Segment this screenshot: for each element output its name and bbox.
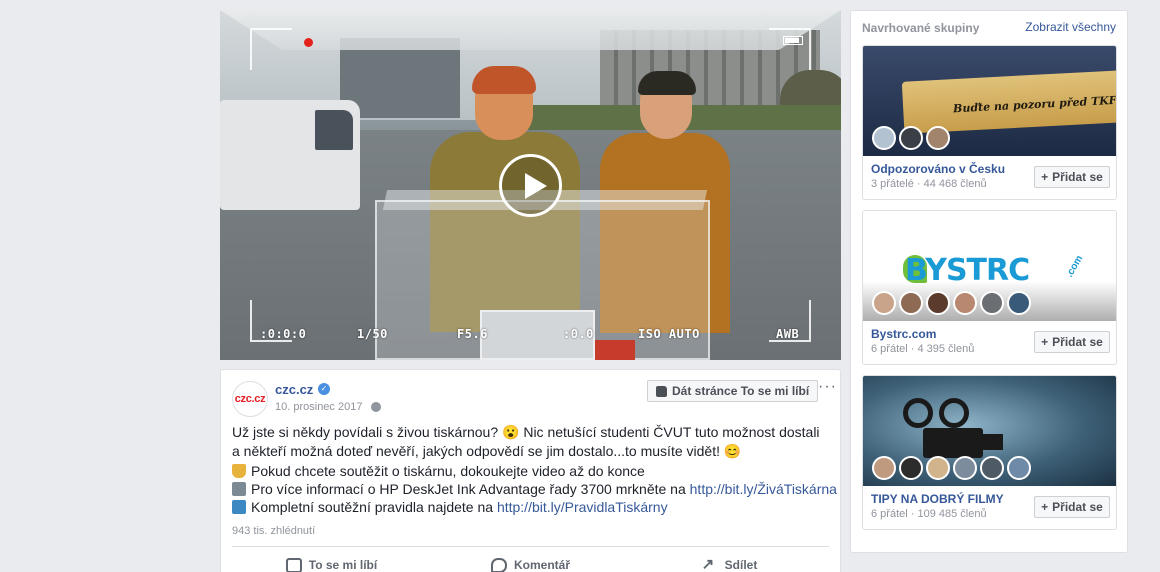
video-scene-van-window <box>315 110 353 150</box>
avatar[interactable] <box>926 291 950 315</box>
join-group-button[interactable]: + Přidat se <box>1034 331 1110 353</box>
viewfinder-corner-top-left <box>250 28 292 70</box>
like-icon <box>285 557 302 572</box>
group-card[interactable]: TIPY NA DOBRÝ FILMY 6 přátel · 109 485 č… <box>862 375 1117 530</box>
view-count: 943 tis. zhlédnutí <box>232 525 316 537</box>
avatar[interactable] <box>872 456 896 480</box>
group-card[interactable]: BYSTRC .com Bystrc.com 6 přátel · 4 395 … <box>862 210 1117 365</box>
suggested-groups-panel: Navrhované skupiny Zobrazit všechny Buďt… <box>850 10 1128 553</box>
camera-iso: ISO AUTO <box>638 327 700 341</box>
plus-icon: + <box>1041 500 1049 514</box>
friend-avatars <box>872 126 950 150</box>
post-details: Pokud chcete soutěžit o tiskárnu, dokouk… <box>232 462 837 516</box>
post-divider <box>232 546 829 547</box>
page-avatar[interactable]: czc.cz <box>232 381 268 417</box>
page-avatar-logo: czc.cz <box>234 393 266 405</box>
viewfinder-corner-top-right <box>769 28 811 70</box>
group-name[interactable]: Odpozorováno v Česku <box>871 162 1005 176</box>
avatar[interactable] <box>872 291 896 315</box>
join-label: Přidat se <box>1052 500 1103 514</box>
post-line-info-text: Pro více informací o HP DeskJet Ink Adva… <box>251 481 690 497</box>
camera-overlay-strip: :0:0:0 1/50 F5.6 :0.0 ISO AUTO AWB <box>260 324 805 344</box>
join-group-button[interactable]: + Přidat se <box>1034 166 1110 188</box>
like-button[interactable]: To se mi líbí <box>232 554 431 572</box>
share-icon <box>702 555 718 572</box>
bystrc-logo-suffix: .com <box>1064 253 1086 280</box>
avatar[interactable] <box>899 456 923 480</box>
thumbs-up-icon <box>656 385 667 397</box>
see-all-link[interactable]: Zobrazit všechny <box>1025 20 1116 34</box>
like-page-label: Dát stránce To se mi líbí <box>672 384 810 398</box>
suggested-groups-title: Navrhované skupiny <box>862 21 980 35</box>
group-name[interactable]: Bystrc.com <box>871 327 936 341</box>
friend-avatars <box>872 456 1031 480</box>
comment-icon <box>490 557 507 572</box>
comment-label: Komentář <box>513 558 570 572</box>
group-name[interactable]: TIPY NA DOBRÝ FILMY <box>871 492 1004 506</box>
post-action-bar: To se mi líbí Komentář Sdílet <box>232 554 829 572</box>
camera-exposure: :0.0 <box>563 327 594 341</box>
join-label: Přidat se <box>1052 335 1103 349</box>
avatar[interactable] <box>980 291 1004 315</box>
avatar[interactable] <box>872 126 896 150</box>
avatar[interactable] <box>1007 291 1031 315</box>
avatar[interactable] <box>953 456 977 480</box>
share-label: Sdílet <box>724 558 758 572</box>
avatar[interactable] <box>953 291 977 315</box>
group-stats: 6 přátel · 109 485 členů <box>871 508 987 520</box>
group-card[interactable]: Buďte na pozoru před TKF. Odpozorováno v… <box>862 45 1117 200</box>
info-link[interactable]: http://bit.ly/ŽiváTiskárna <box>690 481 837 497</box>
trophy-icon <box>232 464 246 478</box>
post-date[interactable]: 10. prosinec 2017 <box>275 401 362 413</box>
share-button[interactable]: Sdílet <box>630 554 829 572</box>
friend-avatars <box>872 291 1031 315</box>
join-label: Přidat se <box>1052 170 1103 184</box>
arrow-right-icon <box>232 500 246 514</box>
join-group-button[interactable]: + Přidat se <box>1034 496 1110 518</box>
group-stats: 6 přátel · 4 395 členů <box>871 343 975 355</box>
plus-icon: + <box>1041 170 1049 184</box>
verified-badge-icon: ✓ <box>318 383 330 395</box>
post-line-rules-text: Kompletní soutěžní pravidla najdete na <box>251 499 497 515</box>
play-button[interactable] <box>499 154 562 217</box>
post-text: Už jste si někdy povídali s živou tiskár… <box>232 424 820 459</box>
avatar[interactable] <box>926 126 950 150</box>
camera-aperture: F5.6 <box>457 327 488 341</box>
avatar[interactable] <box>899 126 923 150</box>
avatar[interactable] <box>1007 456 1031 480</box>
comment-button[interactable]: Komentář <box>431 554 630 572</box>
video-player[interactable]: :0:0:0 1/50 F5.6 :0.0 ISO AUTO AWB <box>220 10 841 360</box>
post-line-contest: Pokud chcete soutěžit o tiskárnu, dokouk… <box>232 462 822 480</box>
post-line-rules: Kompletní soutěžní pravidla najdete na h… <box>232 498 822 516</box>
post-line-info: Pro více informací o HP DeskJet Ink Adva… <box>232 480 837 498</box>
like-page-button[interactable]: Dát stránce To se mi líbí <box>647 380 819 402</box>
page-name-link[interactable]: czc.cz <box>275 382 313 397</box>
camera-timecode: :0:0:0 <box>260 327 307 341</box>
camera-shots: 1/50 <box>357 327 388 341</box>
globe-icon <box>371 402 381 412</box>
record-indicator-icon <box>304 38 313 47</box>
group-stats: 3 přátelé · 44 468 členů <box>871 178 987 190</box>
rules-link[interactable]: http://bit.ly/PravidlaTiskárny <box>497 499 668 515</box>
video-scene-tent <box>220 10 841 50</box>
avatar[interactable] <box>926 456 950 480</box>
camera-wb: AWB <box>776 327 800 341</box>
avatar[interactable] <box>899 291 923 315</box>
more-options-icon[interactable]: ··· <box>818 378 837 396</box>
plus-icon: + <box>1041 335 1049 349</box>
post-line-contest-text: Pokud chcete soutěžit o tiskárnu, dokouk… <box>251 463 645 479</box>
like-label: To se mi líbí <box>308 558 378 572</box>
printer-icon <box>232 482 246 496</box>
avatar[interactable] <box>980 456 1004 480</box>
post-card: czc.cz czc.cz ✓ 10. prosinec 2017 Dát st… <box>220 369 841 572</box>
film-projector-icon <box>903 398 1003 458</box>
battery-icon <box>783 36 803 45</box>
